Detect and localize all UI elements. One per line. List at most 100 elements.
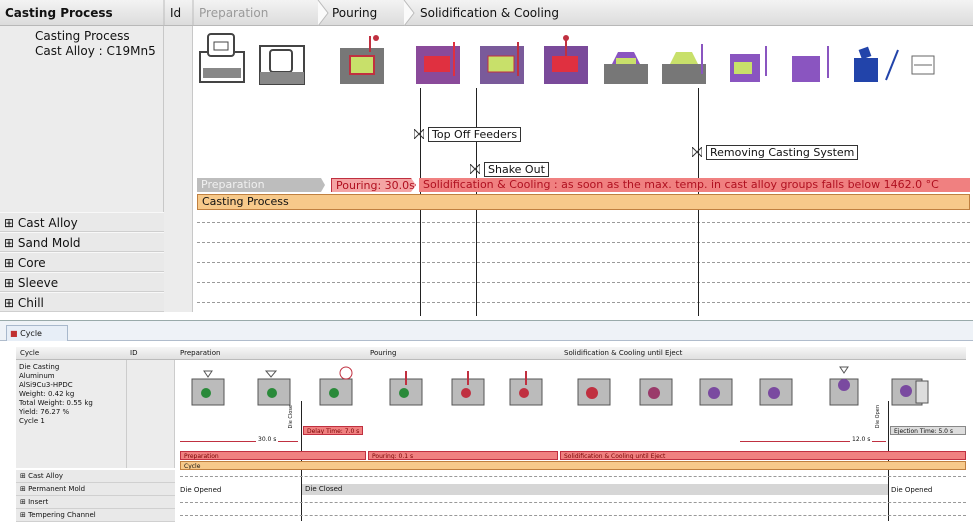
expand-icon[interactable]: ⊞ <box>20 485 26 493</box>
header-phase-preparation[interactable]: Preparation <box>180 347 220 360</box>
label-die-close: Die Close <box>288 405 294 429</box>
tree-label: Core <box>17 256 46 270</box>
die-icon <box>451 371 485 406</box>
bar-pouring[interactable]: Pouring: 0.1 s <box>368 451 558 460</box>
tree-row-cast-alloy[interactable]: ⊞ Cast Alloy <box>0 212 164 232</box>
die-icon <box>891 378 929 406</box>
process-title: Casting Process <box>35 29 130 43</box>
mold-casting-icon <box>730 46 767 82</box>
tree-label: Permanent Mold <box>28 485 86 493</box>
mold-state-opened-2: Die Opened <box>891 486 933 494</box>
bar-casting-process[interactable]: Casting Process <box>197 194 970 210</box>
bowtie-icon <box>692 147 702 157</box>
tree-label: Cast Alloy <box>17 216 78 230</box>
mold-state-closed-bar[interactable]: Die Closed <box>302 484 888 495</box>
expand-icon[interactable]: ⊞ <box>4 216 14 230</box>
row-track <box>197 262 970 263</box>
tree-label: Insert <box>28 498 49 506</box>
cycle-info-cell: Die Casting Aluminum AlSi9Cu3-HPDC Weigh… <box>16 360 127 468</box>
tab-cycle[interactable]: ■ Cycle <box>6 325 68 341</box>
mold-red-icon <box>416 42 460 84</box>
tree-row-chill[interactable]: ⊞ Chill <box>0 292 164 312</box>
info-line: Cycle 1 <box>19 417 45 425</box>
annotation-shake-out[interactable]: Shake Out <box>484 162 549 177</box>
die-icon <box>699 378 733 406</box>
duration-12s: 12.0 s <box>850 436 873 443</box>
die-icon <box>759 378 793 406</box>
tree-row-tempering-channel[interactable]: ⊞ Tempering Channel <box>16 509 175 522</box>
header-cycle: Cycle <box>20 349 40 357</box>
bowtie-icon <box>414 129 424 139</box>
casting-blue-icon <box>854 46 899 82</box>
bar-delay-time[interactable]: Delay Time: 7.0 s <box>303 426 363 435</box>
mold-state-closed: Die Closed <box>305 485 343 493</box>
tab-cycle-label: Cycle <box>20 329 42 338</box>
die-icon <box>509 371 543 406</box>
tree-row-core[interactable]: ⊞ Core <box>0 252 164 272</box>
tree-row-insert[interactable]: ⊞ Insert <box>16 496 175 509</box>
cycle-panel: ■ Cycle Cycle ID Preparation Pouring Sol… <box>0 320 973 522</box>
tree-row-sleeve[interactable]: ⊞ Sleeve <box>0 272 164 292</box>
info-line: AlSi9Cu3-HPDC <box>19 381 73 389</box>
bar-pouring[interactable]: Pouring: 30.0s <box>331 178 416 192</box>
die-state-icons <box>191 366 929 406</box>
expand-icon[interactable]: ⊞ <box>4 256 14 270</box>
tree-row-permanent-mold[interactable]: ⊞ Permanent Mold <box>16 483 175 496</box>
mold-cooling2-icon <box>662 44 706 84</box>
info-line: Total Weight: 0.55 kg <box>19 399 93 407</box>
expand-icon[interactable]: ⊞ <box>20 472 26 480</box>
bar-preparation[interactable]: Preparation <box>180 451 366 460</box>
row-track <box>180 476 966 477</box>
process-id-cell <box>164 26 193 212</box>
die-icon <box>389 371 423 406</box>
info-line: Die Casting <box>19 363 60 371</box>
duration-30s: 30.0 s <box>256 436 279 443</box>
header-phase-pouring[interactable]: Pouring <box>370 347 396 360</box>
bar-cycle[interactable]: Cycle <box>180 461 966 470</box>
info-line: Aluminum <box>19 372 55 380</box>
mold-pouring-icon <box>340 35 384 84</box>
tree-row-cast-alloy[interactable]: ⊞ Cast Alloy <box>16 470 175 483</box>
tree-label: Sleeve <box>17 276 59 290</box>
die-icon <box>319 366 353 406</box>
expand-icon[interactable]: ⊞ <box>20 511 26 519</box>
expand-icon[interactable]: ⊞ <box>20 498 26 506</box>
bar-solidification[interactable]: Solidification & Cooling until Eject <box>560 451 966 460</box>
header-id: ID <box>130 349 138 357</box>
cycle-header: Cycle ID Preparation Pouring Solidificat… <box>16 347 966 360</box>
expand-icon[interactable]: ⊞ <box>4 236 14 250</box>
header-phase-solidification[interactable]: Solidification & Cooling until Eject <box>564 347 682 360</box>
die-icon <box>191 370 225 406</box>
tree-label: Sand Mold <box>17 236 81 250</box>
expand-icon[interactable]: ⊞ <box>4 276 14 290</box>
mold-closed-icon <box>259 45 305 85</box>
bar-preparation[interactable]: Preparation <box>197 178 325 192</box>
annotation-top-off-feeders[interactable]: Top Off Feeders <box>428 127 522 142</box>
tree-id-column <box>164 212 193 312</box>
die-icon <box>577 378 611 406</box>
casting-process-panel: Casting Process Id Preparation Pouring S… <box>0 0 973 320</box>
tree-label: Chill <box>17 296 44 310</box>
casting-removed-icon <box>792 46 829 82</box>
tree-row-sand-mold[interactable]: ⊞ Sand Mold <box>0 232 164 252</box>
die-icon <box>639 378 673 406</box>
bowtie-icon <box>470 164 480 174</box>
label-die-open: Die Open <box>875 405 881 429</box>
casting-final-icon <box>911 55 935 75</box>
bar-ejection-time[interactable]: Ejection Time: 5.0 s <box>890 426 966 435</box>
row-track <box>197 302 970 303</box>
bar-solidification[interactable]: Solidification & Cooling : as soon as th… <box>419 178 970 192</box>
mold-mixed-icon <box>480 42 524 84</box>
row-track <box>180 515 966 516</box>
timeline-arrow <box>180 441 298 442</box>
cycle-id-cell <box>127 360 175 468</box>
expand-icon[interactable]: ⊞ <box>4 296 14 310</box>
annotation-removing-casting-system[interactable]: Removing Casting System <box>706 145 859 160</box>
tree-label: Cast Alloy <box>28 472 64 480</box>
info-line: Weight: 0.42 kg <box>19 390 75 398</box>
row-track <box>197 222 970 223</box>
mold-hot-icon <box>544 35 588 84</box>
row-track <box>197 242 970 243</box>
row-track <box>180 502 966 503</box>
row-track <box>197 282 970 283</box>
